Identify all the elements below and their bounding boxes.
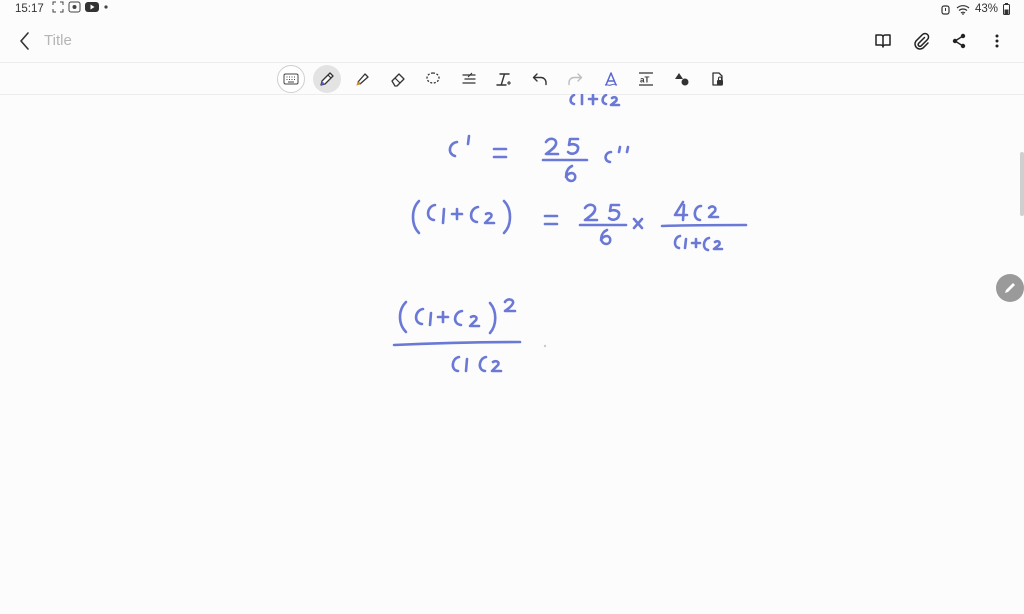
- status-icons-left: [52, 1, 109, 13]
- eraser-icon: [389, 70, 407, 88]
- straighten-tool[interactable]: [490, 65, 518, 93]
- handwritten-equation-2: [411, 199, 748, 252]
- handwritten-equation-1: [448, 134, 630, 183]
- scrollbar-thumb[interactable]: [1020, 152, 1024, 216]
- lasso-tool[interactable]: [419, 65, 447, 93]
- text-format-icon: [460, 70, 478, 88]
- highlighter-tool[interactable]: [348, 65, 376, 93]
- text-box-icon: aT: [637, 70, 655, 88]
- battery-text: 43%: [974, 3, 998, 15]
- attachment-icon: [912, 32, 930, 50]
- dot-icon: [103, 4, 109, 10]
- battery-icon: [1003, 3, 1010, 15]
- lasso-icon: [424, 70, 442, 88]
- ink-dot: [543, 344, 547, 348]
- keyboard-tool[interactable]: [277, 65, 305, 93]
- more-options-button[interactable]: [984, 28, 1010, 54]
- text-box-tool[interactable]: aT: [632, 65, 660, 93]
- text-format-tool[interactable]: [455, 65, 483, 93]
- status-time: 15:17: [15, 3, 44, 15]
- attach-button[interactable]: [908, 28, 934, 54]
- youtube-icon: [85, 2, 99, 12]
- svg-text:aT: aT: [640, 76, 649, 85]
- wifi-icon: [956, 4, 970, 15]
- pen-tool[interactable]: [312, 65, 341, 93]
- handwriting-to-text-tool[interactable]: [597, 65, 625, 93]
- title-field[interactable]: Title: [44, 32, 72, 49]
- lock-page-icon: [708, 70, 726, 88]
- tool-group: aT: [277, 65, 731, 93]
- share-button[interactable]: [946, 28, 972, 54]
- floating-pen-button[interactable]: [996, 274, 1024, 302]
- highlighter-icon: [353, 70, 371, 88]
- handwritten-fraction: [392, 298, 522, 373]
- back-button[interactable]: [12, 28, 38, 54]
- more-vert-icon: [994, 33, 1000, 49]
- note-canvas[interactable]: [0, 94, 1024, 614]
- pen-icon: [318, 70, 336, 88]
- app-actions: [870, 28, 1010, 54]
- text-tool-icon: [495, 70, 513, 88]
- screen-capture-icon: [68, 1, 81, 13]
- handwriting-icon: [602, 70, 620, 88]
- drawing-toolbar: aT: [0, 62, 1024, 95]
- book-view-button[interactable]: [870, 28, 896, 54]
- keyboard-icon: [283, 73, 299, 85]
- book-icon: [874, 33, 892, 49]
- app-bar: Title: [0, 20, 1024, 62]
- handwritten-fragment-top: [569, 94, 621, 107]
- handwriting-layer: [392, 94, 748, 373]
- screenshot-icon: [52, 1, 64, 13]
- eraser-tool[interactable]: [384, 65, 412, 93]
- alarm-icon: [940, 4, 951, 15]
- redo-button[interactable]: [561, 65, 589, 93]
- redo-icon: [566, 70, 584, 88]
- undo-button[interactable]: [526, 65, 554, 93]
- chevron-left-icon: [12, 28, 38, 54]
- lock-page-tool[interactable]: [703, 65, 731, 93]
- status-icons-right: 43%: [940, 3, 1010, 15]
- status-bar: 15:17 43%: [0, 0, 1024, 20]
- pencil-icon: [1003, 281, 1017, 295]
- shapes-icon: [673, 70, 691, 88]
- undo-icon: [531, 70, 549, 88]
- share-icon: [951, 33, 967, 49]
- shapes-tool[interactable]: [668, 65, 696, 93]
